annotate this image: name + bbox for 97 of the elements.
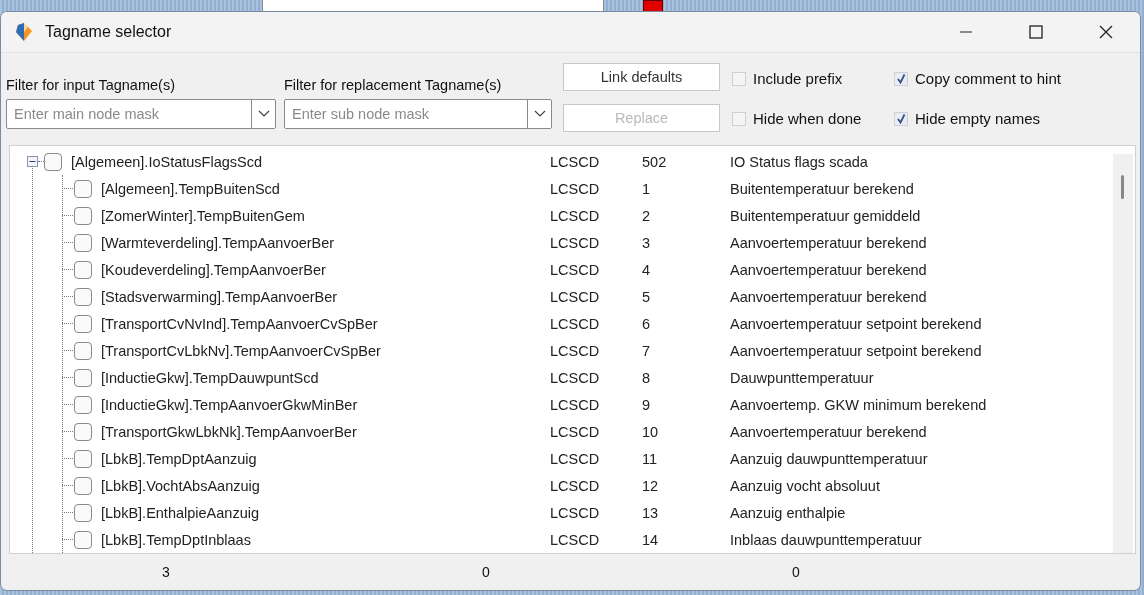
tag-type: LCSCD: [550, 396, 601, 413]
tag-name[interactable]: [InductieGkw].TempDauwpuntScd: [101, 369, 319, 386]
status-count: 0: [482, 564, 490, 581]
tag-description: Buitentemperatuur gemiddeld: [730, 207, 921, 224]
tag-type: LCSCD: [550, 477, 601, 494]
tag-number: 5: [642, 288, 652, 305]
tag-name[interactable]: [Algemeen].TempBuitenScd: [101, 180, 280, 197]
tag-name[interactable]: [TransportCvNvInd].TempAanvoerCvSpBer: [101, 315, 378, 332]
tag-checkbox[interactable]: [74, 233, 92, 252]
tag-checkbox[interactable]: [74, 368, 92, 387]
tag-description: Aanvoertemperatuur setpoint berekend: [730, 315, 982, 332]
tag-name[interactable]: [Koudeverdeling].TempAanvoerBer: [101, 261, 326, 278]
tag-type: LCSCD: [550, 423, 601, 440]
tag-number: 10: [642, 423, 660, 440]
window-title: Tagname selector: [45, 22, 172, 41]
tag-type: LCSCD: [550, 153, 601, 170]
tag-description: Buitentemperatuur berekend: [730, 180, 914, 197]
tag-number: 8: [642, 369, 652, 386]
tag-type: LCSCD: [550, 315, 601, 332]
tag-name[interactable]: [TransportCvLbkNv].TempAanvoerCvSpBer: [101, 342, 381, 359]
tag-description: Inblaas dauwpunttemperatuur: [730, 531, 922, 548]
action-button[interactable]: Link defaults: [563, 62, 720, 91]
scrollbar[interactable]: [1113, 154, 1133, 554]
filter-combo-box[interactable]: Enter main node mask: [6, 98, 276, 129]
tag-name[interactable]: [LbkB].TempDptInblaas: [101, 531, 251, 548]
tag-number: 2: [642, 207, 652, 224]
tag-number: 13: [642, 504, 660, 521]
tag-description: Aanvoertemperatuur berekend: [730, 261, 927, 278]
tag-name[interactable]: [Warmteverdeling].TempAanvoerBer: [101, 234, 335, 251]
tag-description: IO Status flags scada: [730, 153, 868, 170]
tag-description: Aanvoertemperatuur berekend: [730, 288, 927, 305]
tag-description: Dauwpunttemperatuur: [730, 369, 874, 386]
tag-checkbox[interactable]: [74, 179, 92, 198]
tag-description: Aanzuig vocht absoluut: [730, 477, 880, 494]
tag-type: LCSCD: [550, 450, 601, 467]
app-icon: [14, 21, 34, 42]
tag-name[interactable]: [Stadsverwarming].TempAanvoerBer: [101, 288, 338, 305]
tag-description: Aanvoertemperatuur berekend: [730, 234, 927, 251]
tag-description: Aanzuig dauwpunttemperatuur: [730, 450, 928, 467]
filter-combo-box[interactable]: Enter sub node mask: [284, 98, 552, 129]
option-checkbox[interactable]: [732, 111, 746, 126]
filter-input[interactable]: Enter sub node mask: [285, 99, 527, 128]
tag-type: LCSCD: [550, 234, 601, 251]
tag-type: LCSCD: [550, 531, 601, 548]
tag-description: Aanvoertemperatuur setpoint berekend: [730, 342, 982, 359]
option-label: Copy comment to hint: [915, 70, 1061, 88]
tag-number: 7: [642, 342, 652, 359]
collapse-toggle-icon[interactable]: [27, 156, 38, 168]
tag-checkbox[interactable]: [74, 530, 92, 549]
tag-type: LCSCD: [550, 207, 601, 224]
tag-type: LCSCD: [550, 369, 601, 386]
tag-name[interactable]: [LbkB].EnthalpieAanzuig: [101, 504, 259, 521]
option-label: Hide when done: [753, 110, 862, 128]
tag-description: Aanzuig enthalpie: [730, 504, 846, 521]
tag-checkbox[interactable]: [44, 152, 62, 171]
tag-type: LCSCD: [550, 342, 601, 359]
tag-number: 3: [642, 234, 652, 251]
tag-checkbox[interactable]: [74, 395, 92, 414]
tag-number: 12: [642, 477, 660, 494]
option-checkbox[interactable]: [894, 71, 908, 86]
tag-number: 502: [642, 153, 668, 170]
tag-name[interactable]: [Algemeen].IoStatusFlagsScd: [71, 153, 263, 170]
tag-number: 11: [642, 450, 659, 467]
option-label: Hide empty names: [915, 110, 1041, 128]
tag-name[interactable]: [InductieGkw].TempAanvoerGkwMinBer: [101, 396, 358, 413]
tag-number: 4: [642, 261, 652, 278]
tag-checkbox[interactable]: [74, 206, 92, 225]
tag-type: LCSCD: [550, 288, 601, 305]
tag-checkbox[interactable]: [74, 476, 92, 495]
tag-description: Aanvoertemperatuur berekend: [730, 423, 927, 440]
option-label: Include prefix: [753, 70, 843, 88]
tag-checkbox[interactable]: [74, 314, 92, 333]
filter-input[interactable]: Enter main node mask: [7, 99, 251, 128]
tag-number: 6: [642, 315, 652, 332]
tag-checkbox[interactable]: [74, 503, 92, 522]
tag-type: LCSCD: [550, 180, 601, 197]
status-count: 3: [162, 564, 170, 581]
status-count: 0: [792, 564, 800, 581]
tag-description: Aanvoertemp. GKW minimum berekend: [730, 396, 987, 413]
tag-checkbox[interactable]: [74, 449, 92, 468]
tag-name[interactable]: [LbkB].VochtAbsAanzuig: [101, 477, 260, 494]
tag-checkbox[interactable]: [74, 341, 92, 360]
tag-name[interactable]: [TransportGkwLbkNk].TempAanvoerBer: [101, 423, 357, 440]
filter-label: Filter for input Tagname(s): [6, 76, 176, 95]
tag-number: 9: [642, 396, 652, 413]
filter-label: Filter for replacement Tagname(s): [284, 76, 503, 95]
tag-checkbox[interactable]: [74, 260, 92, 279]
tag-number: 1: [642, 180, 652, 197]
tag-type: LCSCD: [550, 504, 601, 521]
option-checkbox[interactable]: [894, 111, 908, 126]
tag-checkbox[interactable]: [74, 287, 92, 306]
tag-checkbox[interactable]: [74, 422, 92, 441]
tag-type: LCSCD: [550, 261, 601, 278]
tag-name[interactable]: [LbkB].TempDptAanzuig: [101, 450, 257, 467]
tag-name[interactable]: [ZomerWinter].TempBuitenGem: [101, 207, 305, 224]
option-checkbox[interactable]: [732, 71, 746, 86]
tag-number: 14: [642, 531, 660, 548]
